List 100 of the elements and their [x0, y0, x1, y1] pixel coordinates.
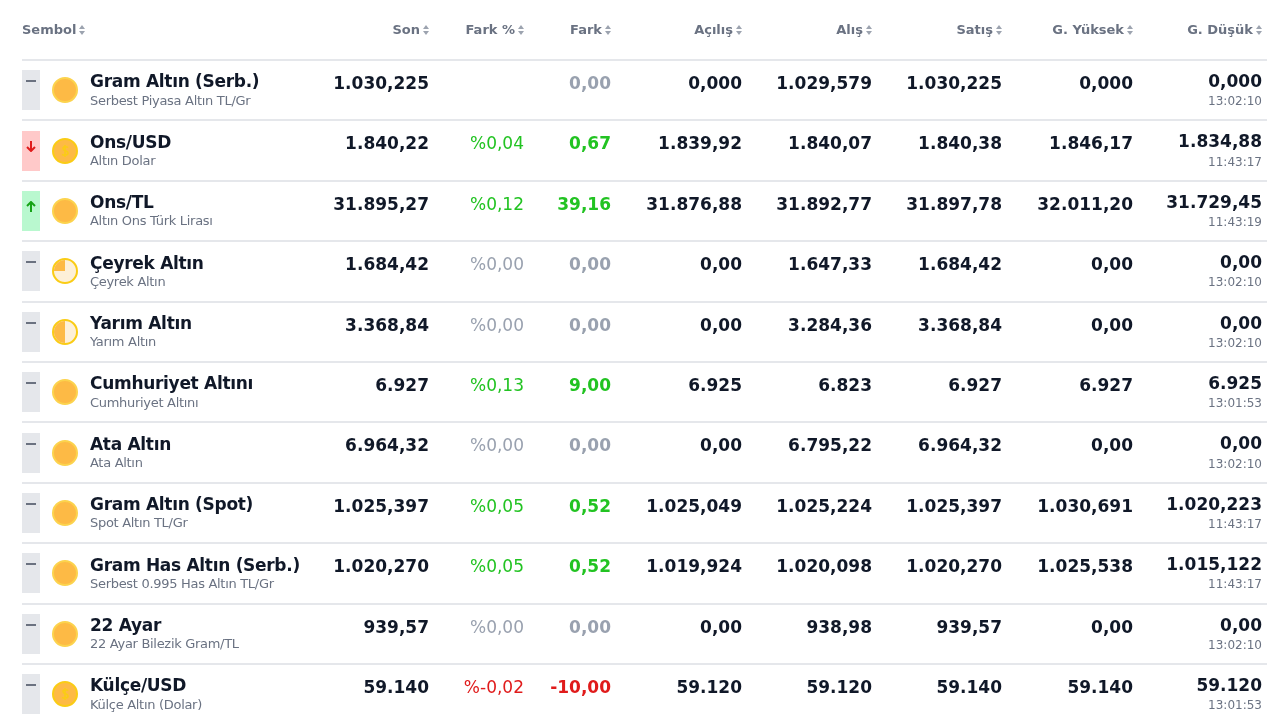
table-cell-text: 0,000	[1079, 72, 1133, 95]
dash-icon	[26, 502, 36, 505]
table-cell: 6.925	[1208, 372, 1262, 395]
table-cell-text: 1.025,397	[333, 494, 429, 518]
table-cell-text: 1.020,270	[333, 555, 429, 579]
sort-icon	[736, 24, 742, 35]
table-cell-text: 1.020,098	[776, 555, 872, 579]
symbol-name[interactable]: Gram Altın (Spot)	[90, 494, 254, 516]
dash-icon	[26, 623, 36, 626]
table-cell-text: 6.964,32	[918, 434, 1002, 458]
table-cell-text: 59.140	[363, 675, 429, 699]
table-cell-text: 6.927	[1079, 373, 1133, 397]
table-cell-text: 0,00	[700, 253, 742, 277]
table-cell-text: 31.892,77	[776, 192, 872, 216]
up-arrow-icon	[26, 200, 36, 212]
table-cell: 0,00	[1220, 614, 1262, 636]
table-cell-text: 0,00	[1091, 313, 1133, 337]
table-cell-text: 0,00	[569, 615, 611, 639]
table-cell-text: 1.840,38	[918, 132, 1002, 156]
sort-icon	[79, 24, 86, 35]
symbol-description: Altın Ons Türk Lirası	[90, 213, 213, 230]
symbol-name[interactable]: Külçe/USD	[90, 675, 202, 697]
table-cell-text: 0,00	[1091, 253, 1133, 277]
table-cell-text: %0,13	[470, 373, 524, 397]
table-cell-text: %0,00	[470, 253, 524, 277]
symbol-name[interactable]: 22 Ayar	[90, 614, 239, 637]
table-cell-text: 0,00	[1091, 615, 1133, 639]
table-cell-text: 1.030,225	[333, 72, 429, 95]
table-cell-text: 9,00	[569, 373, 611, 397]
table-cell-text: 0,52	[569, 555, 611, 579]
table-cell-text: 31.876,88	[646, 192, 742, 216]
table-cell-text: 6.927	[948, 373, 1002, 397]
column-header[interactable]: Fark %	[465, 19, 524, 40]
column-header[interactable]: Satış	[956, 19, 1002, 40]
table-cell-text: 0,00	[700, 434, 742, 458]
dash-icon	[26, 563, 36, 566]
table-cell-text: 1.025,397	[906, 494, 1002, 518]
table-cell-text: 0,52	[569, 494, 611, 518]
symbol-description: Ata Altın	[90, 455, 144, 472]
table-cell-text: 939,57	[363, 615, 429, 639]
table-cell-text: 32.011,20	[1037, 192, 1133, 216]
update-time: 13:02:10	[1208, 456, 1262, 472]
symbol-name[interactable]: Gram Has Altın (Serb.)	[90, 554, 300, 576]
table-cell-text: %0,12	[470, 192, 524, 216]
symbol-description: Serbest 0.995 Has Altın TL/Gr	[90, 575, 275, 593]
symbol-name[interactable]: Ons/TL	[90, 192, 213, 214]
symbol-name[interactable]: Ons/USD	[90, 131, 171, 154]
sort-icon	[605, 24, 611, 35]
sort-icon	[996, 24, 1002, 35]
symbol-description: Serbest Piyasa Altın TL/Gr	[90, 92, 252, 109]
symbol-name[interactable]: Gram Altın (Serb.)	[90, 71, 260, 93]
table-cell-text: %0,04	[470, 132, 524, 156]
dash-icon	[26, 442, 36, 445]
symbol-name[interactable]: Yarım Altın	[90, 313, 192, 335]
symbol-name[interactable]: Çeyrek Altın	[90, 252, 204, 274]
table-cell-text: 39,16	[557, 192, 611, 216]
column-header[interactable]: Son	[392, 19, 429, 40]
table-cell-text: %0,05	[470, 494, 524, 518]
table-cell-text: %0,00	[470, 313, 524, 337]
table-cell-text: 0,00	[1091, 434, 1133, 458]
table-cell-text: 3.368,84	[345, 313, 429, 337]
table-cell-text: 0,00	[700, 313, 742, 337]
table-cell-text: %0,00	[470, 434, 524, 458]
table-cell-text: %0,05	[470, 555, 524, 579]
table-cell-text: 938,98	[806, 615, 872, 639]
column-header[interactable]: Sembol	[22, 19, 86, 40]
sort-icon	[518, 24, 524, 35]
dash-icon	[26, 382, 36, 385]
table-cell-text: 1.020,270	[906, 555, 1002, 579]
symbol-name[interactable]: Ata Altın	[90, 433, 171, 456]
table-cell-text: 0,00	[569, 313, 611, 337]
update-time: 13:02:10	[1208, 637, 1262, 653]
table-cell-text: 6.795,22	[788, 434, 872, 458]
symbol-description: Yarım Altın	[90, 334, 158, 351]
table-cell-text: 0,00	[569, 72, 611, 95]
symbol-description: Altın Dolar	[90, 153, 157, 170]
table-cell-text: 0,00	[700, 615, 742, 639]
update-time: 11:43:17	[1208, 154, 1262, 170]
table-cell-text: 3.284,36	[788, 313, 872, 337]
column-header[interactable]: Fark	[570, 19, 611, 40]
update-time: 13:02:10	[1208, 335, 1262, 351]
table-cell: 0,00	[1220, 252, 1262, 274]
table-cell-text: 1.647,33	[788, 253, 872, 277]
table-cell: 0,00	[1220, 433, 1262, 455]
table-cell: 0,00	[1220, 312, 1262, 334]
column-header[interactable]: Alış	[836, 19, 872, 40]
table-cell-text: 1.684,42	[918, 253, 1002, 277]
sort-icon	[1127, 24, 1133, 35]
table-cell-text: 1.025,538	[1037, 555, 1133, 579]
symbol-name[interactable]: Cumhuriyet Altını	[90, 373, 254, 395]
update-time: 13:01:53	[1208, 396, 1262, 412]
table-cell-text: 6.925	[688, 373, 742, 397]
table-cell: 31.729,45	[1166, 191, 1262, 214]
column-header[interactable]: G. Düşük	[1187, 19, 1262, 40]
table-cell-text: 1.030,225	[906, 72, 1002, 95]
symbol-description: Spot Altın TL/Gr	[90, 515, 189, 532]
table-cell: 1.020,223	[1166, 493, 1262, 515]
table-cell-text: 1.684,42	[345, 253, 429, 277]
column-header[interactable]: G. Yüksek	[1052, 19, 1133, 40]
column-header[interactable]: Açılış	[694, 19, 742, 40]
